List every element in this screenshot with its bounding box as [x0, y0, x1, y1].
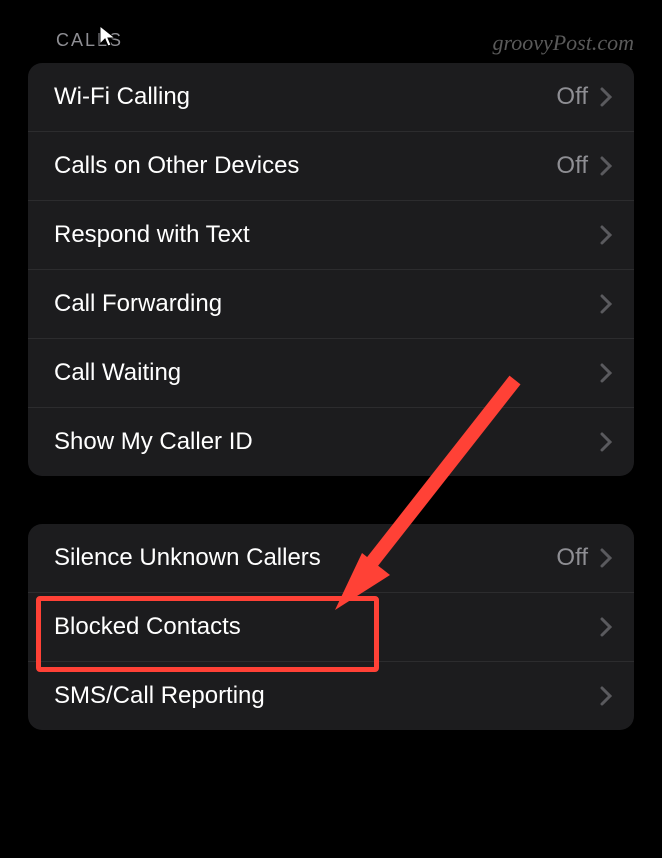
row-value: Off [556, 83, 588, 111]
chevron-right-icon [600, 548, 612, 568]
row-label: Call Forwarding [54, 290, 600, 318]
row-label: Show My Caller ID [54, 428, 600, 456]
chevron-right-icon [600, 87, 612, 107]
row-sms-call-reporting[interactable]: SMS/Call Reporting [28, 662, 634, 730]
row-respond-with-text[interactable]: Respond with Text [28, 201, 634, 270]
row-value: Off [556, 152, 588, 180]
row-label: Call Waiting [54, 359, 600, 387]
row-label: Wi-Fi Calling [54, 83, 556, 111]
row-label: Calls on Other Devices [54, 152, 556, 180]
chevron-right-icon [600, 363, 612, 383]
chevron-right-icon [600, 432, 612, 452]
row-show-my-caller-id[interactable]: Show My Caller ID [28, 408, 634, 476]
row-silence-unknown-callers[interactable]: Silence Unknown Callers Off [28, 524, 634, 593]
row-label: Blocked Contacts [54, 613, 600, 641]
chevron-right-icon [600, 617, 612, 637]
row-calls-other-devices[interactable]: Calls on Other Devices Off [28, 132, 634, 201]
row-value: Off [556, 544, 588, 572]
chevron-right-icon [600, 294, 612, 314]
row-label: Silence Unknown Callers [54, 544, 556, 572]
settings-group-silence: Silence Unknown Callers Off Blocked Cont… [28, 524, 634, 730]
settings-group-calls: Wi-Fi Calling Off Calls on Other Devices… [28, 63, 634, 476]
cursor-icon [98, 24, 118, 48]
chevron-right-icon [600, 156, 612, 176]
row-label: SMS/Call Reporting [54, 682, 600, 710]
row-wifi-calling[interactable]: Wi-Fi Calling Off [28, 63, 634, 132]
chevron-right-icon [600, 225, 612, 245]
section-header-calls: CALLS [0, 0, 662, 63]
row-blocked-contacts[interactable]: Blocked Contacts [28, 593, 634, 662]
chevron-right-icon [600, 686, 612, 706]
row-label: Respond with Text [54, 221, 600, 249]
row-call-waiting[interactable]: Call Waiting [28, 339, 634, 408]
row-call-forwarding[interactable]: Call Forwarding [28, 270, 634, 339]
